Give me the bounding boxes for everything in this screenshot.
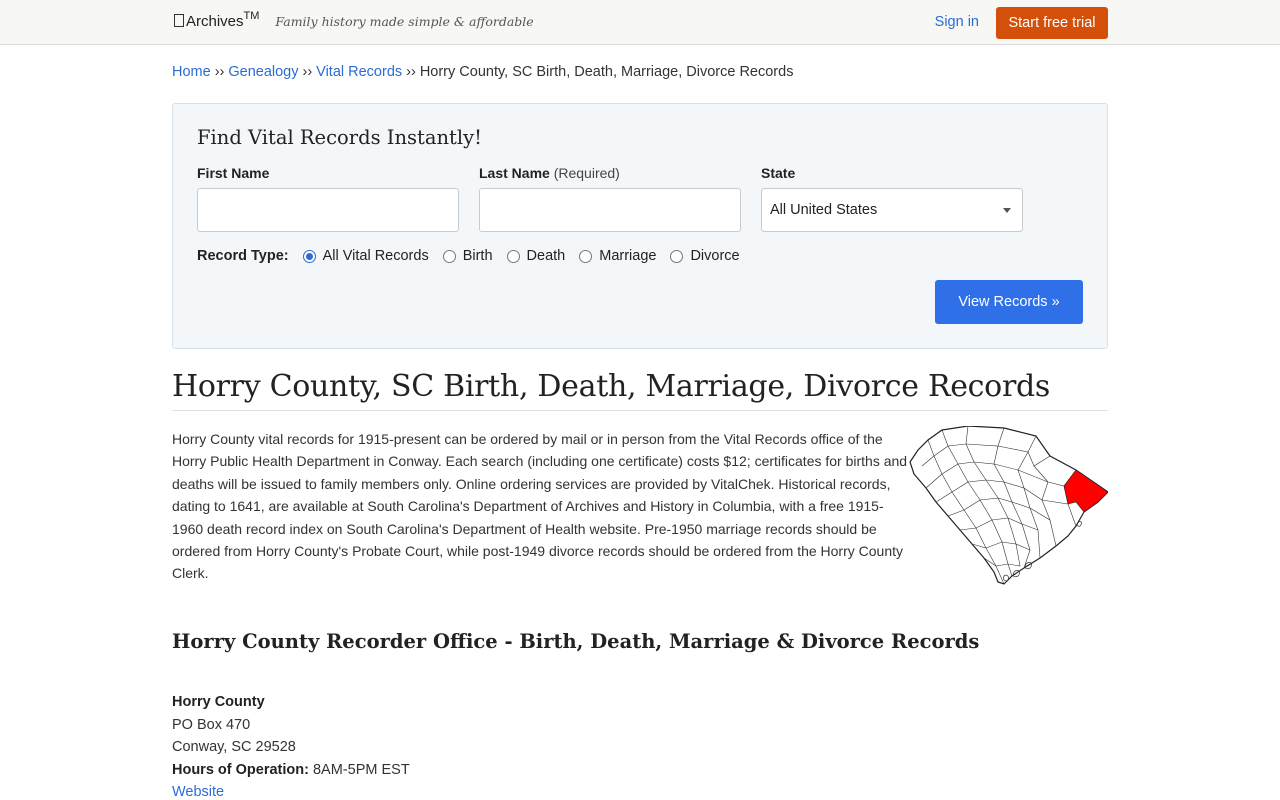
last-name-label: Last Name (Required) — [479, 165, 620, 181]
first-name-input[interactable] — [197, 188, 459, 232]
required-indicator: (Required) — [553, 165, 620, 181]
breadcrumb-vital-records-link[interactable]: Vital Records — [316, 64, 402, 80]
record-type-option-death[interactable]: Death — [506, 248, 565, 264]
last-name-field-group: Last Name (Required) — [479, 165, 741, 232]
south-carolina-county-map — [909, 426, 1108, 585]
recorder-office-heading: Horry County Recorder Office - Birth, De… — [172, 630, 980, 653]
state-select-value: All United States — [770, 202, 878, 218]
chevron-down-icon — [1003, 208, 1011, 213]
top-navigation-bar: Archives TM Family history made simple &… — [0, 0, 1280, 45]
search-panel-title: Find Vital Records Instantly! — [197, 126, 482, 149]
radio-button-checked[interactable] — [302, 249, 316, 263]
vital-records-search-panel: Find Vital Records Instantly! First Name… — [172, 103, 1108, 349]
office-hours: Hours of Operation: 8AM-5PM EST — [172, 759, 1108, 782]
office-address-line1: PO Box 470 — [172, 716, 251, 733]
breadcrumb: Home ›› Genealogy ›› Vital Records ›› Horry Co… — [172, 45, 1108, 103]
record-type-group: Record Type: All Vital Records Birth Dea… — [197, 248, 1083, 264]
office-website-link[interactable]: Website — [172, 784, 224, 800]
breadcrumb-separator: ›› — [302, 64, 313, 80]
breadcrumb-current-page: Horry County, SC Birth, Death, Marriage,… — [419, 64, 794, 80]
state-select[interactable]: All United States — [761, 188, 1023, 232]
radio-button[interactable] — [670, 249, 684, 263]
site-tagline: Family history made simple & affordable — [275, 14, 534, 29]
radio-button[interactable] — [579, 249, 593, 263]
radio-button[interactable] — [506, 249, 520, 263]
breadcrumb-genealogy-link[interactable]: Genealogy — [228, 64, 298, 80]
state-field-group: State All United States — [761, 165, 1023, 232]
breadcrumb-home-link[interactable]: Home — [172, 64, 211, 80]
hours-value: 8AM-5PM EST — [312, 761, 410, 778]
hours-label: Hours of Operation: — [172, 761, 309, 778]
page-title: Horry County, SC Birth, Death, Marriage,… — [172, 369, 1108, 411]
first-name-label: First Name — [197, 165, 270, 181]
logo-trademark: TM — [243, 10, 260, 22]
office-name: Horry County — [172, 694, 265, 710]
state-label: State — [761, 165, 796, 181]
view-records-button[interactable]: View Records » — [935, 280, 1083, 324]
last-name-input[interactable] — [479, 188, 741, 232]
record-type-option-divorce[interactable]: Divorce — [670, 248, 740, 264]
sign-in-link[interactable]: Sign in — [935, 14, 979, 30]
radio-button[interactable] — [442, 249, 456, 263]
office-address-block: Horry County PO Box 470 Conway, SC 29528… — [172, 691, 1108, 800]
record-type-option-all[interactable]: All Vital Records — [302, 248, 429, 264]
breadcrumb-separator: ›› — [406, 64, 416, 80]
record-type-label: Record Type: — [197, 248, 289, 264]
office-address-line2: Conway, SC 29528 — [172, 739, 296, 756]
start-free-trial-button[interactable]: Start free trial — [996, 7, 1108, 39]
county-records-description: Horry County vital records for 1915-pres… — [172, 431, 908, 582]
logo-icon — [174, 14, 184, 27]
record-type-option-marriage[interactable]: Marriage — [579, 248, 656, 264]
breadcrumb-separator: ›› — [214, 64, 225, 80]
first-name-field-group: First Name — [197, 165, 459, 232]
logo-text: Archives — [186, 13, 244, 30]
site-logo[interactable]: Archives TM Family history made simple &… — [174, 10, 534, 30]
record-type-option-birth[interactable]: Birth — [442, 248, 493, 264]
